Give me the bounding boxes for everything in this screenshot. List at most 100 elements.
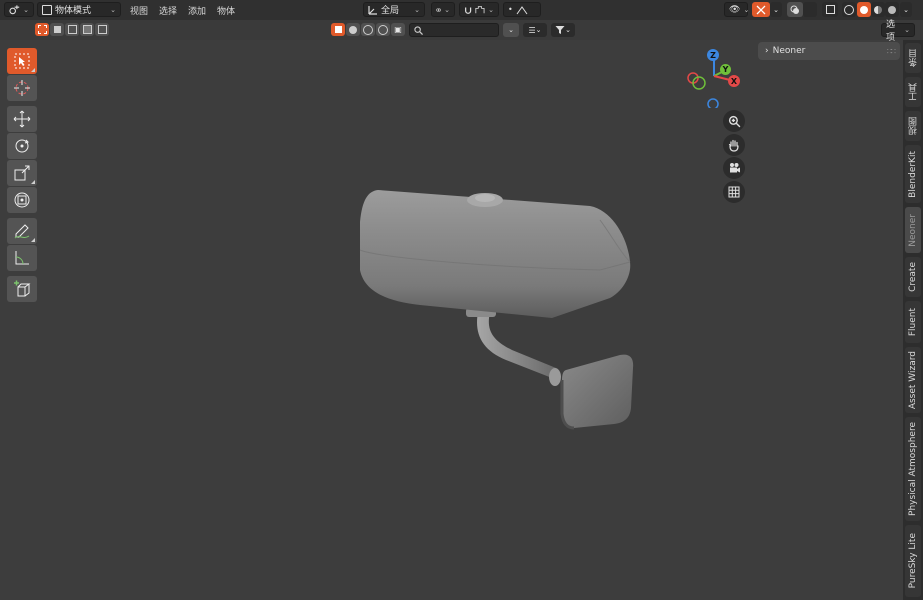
gizmo-axis-z[interactable]: Z: [707, 49, 719, 61]
pan-button[interactable]: [723, 134, 745, 156]
xray-toggle-button[interactable]: [822, 2, 838, 17]
transform-orientation-dropdown[interactable]: 全局 ⌄: [363, 2, 425, 17]
select-extend-icon: [53, 26, 61, 33]
sidebar-tab-blenderkit[interactable]: BlenderKit: [905, 145, 921, 203]
filter-funnel-icon: [555, 26, 565, 34]
shading-dropdown[interactable]: ⌄: [900, 2, 912, 17]
tool-add-cube[interactable]: [7, 276, 37, 302]
tool-rotate[interactable]: [7, 133, 37, 159]
chevron-down-icon: ⌄: [508, 26, 514, 34]
tool-annotate[interactable]: [7, 218, 37, 244]
shading-solid-button[interactable]: [857, 2, 871, 17]
visibility-dropdown[interactable]: 👁 ⌄: [724, 2, 749, 17]
overlays-toggle-button[interactable]: [787, 2, 803, 17]
shading-material-button[interactable]: [871, 2, 885, 17]
tab-label: 工具: [908, 83, 919, 101]
select-subtract-button[interactable]: [65, 23, 79, 36]
gizmo-toggle-button[interactable]: [752, 2, 770, 17]
sidebar-tab-physical-atmosphere[interactable]: Physical Atmosphere: [905, 417, 921, 521]
gizmo-axis-x[interactable]: X: [728, 75, 740, 87]
pivot-point-dropdown[interactable]: ⌄: [431, 2, 455, 17]
search-input[interactable]: [409, 23, 499, 37]
sidebar-tab-fluent[interactable]: Fluent: [905, 301, 921, 343]
orthographic-toggle-button[interactable]: [723, 181, 745, 203]
xray-icon: [825, 5, 835, 14]
select-subtract-icon: [67, 25, 77, 34]
tool-options-corner: [31, 180, 35, 184]
menu-add[interactable]: 添加: [188, 4, 206, 17]
neoner-panel-header[interactable]: › Neoner ∷∷: [758, 42, 900, 60]
modifier-icon: [363, 24, 373, 35]
select-invert-icon: [82, 25, 92, 34]
sidebar-tab-view[interactable]: 视图: [905, 111, 921, 141]
sidebar-tab-neoner[interactable]: Neoner: [905, 207, 921, 253]
menu-object[interactable]: 物体: [217, 4, 235, 17]
gizmo-y-label: Y: [722, 65, 729, 74]
orientation-label: 全局: [381, 6, 400, 16]
options-dropdown[interactable]: 选项 ⌄: [881, 20, 915, 43]
editor-type-dropdown[interactable]: ⌄: [4, 2, 34, 17]
menu-select[interactable]: 选择: [159, 4, 177, 17]
filter-world-button[interactable]: [376, 23, 390, 36]
overlays-icon: [790, 5, 799, 14]
transform-icon: [14, 192, 30, 208]
tab-label: PureSky Lite: [908, 533, 918, 589]
camera-view-button[interactable]: [723, 157, 745, 179]
sidebar-tab-create[interactable]: Create: [905, 257, 921, 297]
filter-dropdown[interactable]: ⌄: [551, 23, 575, 37]
tool-options-corner: [31, 68, 35, 72]
tool-select-box[interactable]: [7, 48, 37, 74]
gizmo-dropdown[interactable]: ⌄: [770, 2, 782, 17]
eye-icon: 👁: [729, 4, 741, 15]
tab-label: Fluent: [908, 307, 918, 337]
tool-transform[interactable]: [7, 187, 37, 213]
chevron-down-icon: ⌄: [904, 26, 910, 34]
snap-dropdown[interactable]: ⌄: [459, 2, 499, 17]
solid-sphere-icon: [860, 5, 868, 14]
viewport-3d-model[interactable]: [340, 180, 650, 440]
gizmo-x-label: X: [730, 76, 738, 86]
select-new-button[interactable]: [35, 23, 49, 36]
shading-rendered-button[interactable]: [885, 2, 899, 17]
search-icon: [414, 25, 423, 35]
scale-icon: [14, 165, 30, 181]
zoom-in-icon: [728, 115, 740, 127]
tool-move[interactable]: [7, 106, 37, 132]
select-extend-button[interactable]: [50, 23, 64, 36]
filter-mesh-button[interactable]: [331, 23, 345, 36]
zoom-button[interactable]: [723, 110, 745, 132]
camera-icon: [729, 163, 740, 173]
chevron-down-icon: ⌄: [535, 26, 542, 34]
falloff-curve-icon: [516, 5, 528, 14]
display-mode-dropdown[interactable]: ☰ ⌄: [523, 23, 547, 37]
tool-cursor[interactable]: [7, 75, 37, 101]
tool-scale[interactable]: [7, 160, 37, 186]
sidebar-tab-puresky-lite[interactable]: PureSky Lite: [905, 525, 921, 597]
shading-wireframe-button[interactable]: [842, 2, 856, 17]
proportional-edit-icon: •: [508, 5, 513, 14]
sidebar-tab-tool[interactable]: 工具: [905, 77, 921, 107]
select-invert-button[interactable]: [80, 23, 94, 36]
options-label: 选项: [886, 20, 896, 43]
chevron-right-icon: ›: [765, 46, 769, 56]
tool-measure[interactable]: [7, 245, 37, 271]
filter-material-button[interactable]: [346, 23, 360, 36]
filter-modifier-button[interactable]: [361, 23, 375, 36]
snap-increment-icon: [475, 5, 485, 13]
overlays-dropdown[interactable]: [803, 2, 817, 17]
menu-view[interactable]: 视图: [130, 4, 148, 17]
mode-dropdown[interactable]: 物体模式 ⌄: [37, 2, 121, 17]
select-intersect-button[interactable]: [95, 23, 109, 36]
gizmo-axis-y[interactable]: Y: [720, 64, 731, 75]
search-options-button[interactable]: ⌄: [503, 23, 519, 37]
tab-label: Physical Atmosphere: [908, 422, 918, 516]
material-sphere-icon: [874, 5, 882, 14]
drag-handle-icon[interactable]: ∷∷: [887, 47, 896, 56]
filter-camera-button[interactable]: ▣: [391, 23, 405, 36]
world-icon: [378, 24, 388, 35]
sidebar-tab-item[interactable]: 条目: [905, 43, 921, 73]
sidebar-tab-asset-wizard[interactable]: Asset Wizard: [905, 347, 921, 413]
viewport-editor-icon: [9, 4, 20, 14]
proportional-edit-dropdown[interactable]: •: [503, 2, 541, 17]
tab-label: 条目: [908, 49, 919, 67]
